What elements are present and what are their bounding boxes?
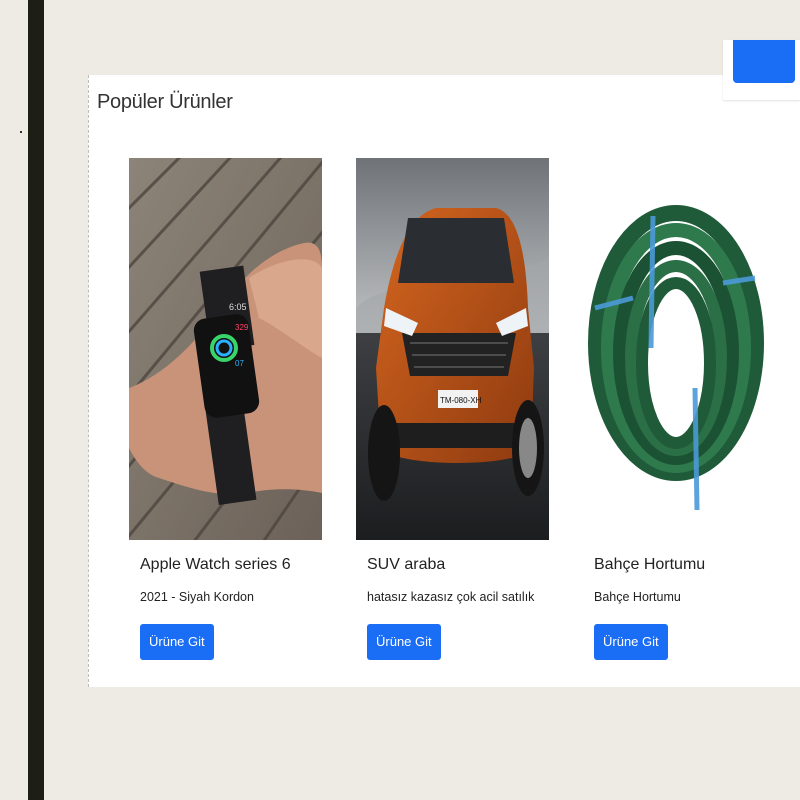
product-card: 6:05 329 07 Apple Watch series 6 2021 - … (129, 158, 329, 660)
svg-text:329: 329 (235, 323, 249, 332)
product-card: Bahçe Hortumu Bahçe Hortumu Ürüne Git (583, 158, 783, 660)
product-description: Bahçe Hortumu (594, 590, 681, 604)
product-title: SUV araba (367, 556, 446, 573)
go-to-product-button[interactable]: Ürüne Git (140, 624, 214, 660)
section-title: Popüler Ürünler (97, 91, 233, 113)
left-margin (0, 0, 28, 800)
svg-text:TM-080-XH: TM-080-XH (440, 396, 482, 405)
go-to-product-button[interactable]: Ürüne Git (367, 624, 441, 660)
stray-dot (20, 131, 22, 133)
svg-text:6:05: 6:05 (229, 302, 247, 312)
product-title: Bahçe Hortumu (594, 556, 706, 573)
top-right-button[interactable] (733, 40, 795, 83)
product-image-suv[interactable]: TM-080-XH (356, 158, 549, 540)
product-description: 2021 - Siyah Kordon (140, 590, 254, 604)
product-image-watch[interactable]: 6:05 329 07 (129, 158, 322, 540)
product-card: TM-080-XH SUV araba hatasız kazasız çok … (356, 158, 556, 660)
svg-text:07: 07 (235, 359, 244, 368)
sidebar-bar (28, 0, 44, 800)
go-to-product-button[interactable]: Ürüne Git (594, 624, 668, 660)
product-description: hatasız kazasız çok acil satılık (367, 590, 535, 604)
product-title: Apple Watch series 6 (140, 556, 291, 573)
product-image-hose[interactable] (583, 158, 776, 540)
